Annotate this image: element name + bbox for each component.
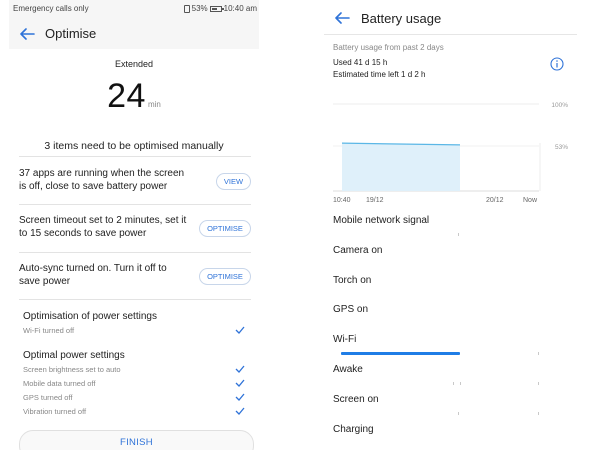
usage-row-label: Mobile network signal bbox=[333, 215, 430, 226]
usage-row: GPS on bbox=[333, 301, 563, 331]
divider bbox=[19, 299, 251, 300]
usage-timeline-fill bbox=[341, 352, 460, 356]
usage-row-label: Torch on bbox=[333, 274, 372, 286]
usage-row-label: Screen on bbox=[333, 393, 379, 405]
check-icon bbox=[235, 393, 245, 401]
usage-timeline bbox=[341, 382, 553, 385]
manual-item-text: Auto-sync turned on. Turn it off to save… bbox=[19, 263, 167, 287]
usage-row-label: Awake bbox=[333, 364, 363, 375]
optimise-app-bar: Optimise bbox=[9, 17, 259, 49]
settings-row-label: Wi-Fi turned off bbox=[23, 326, 75, 335]
usage-row: Mobile network signal bbox=[333, 212, 563, 242]
mode-label: Extended bbox=[114, 59, 154, 69]
used-time-text: Used 41 d 15 h bbox=[333, 58, 388, 67]
settings-row: Mobile data turned off bbox=[23, 379, 245, 391]
manual-item-text: 37 apps are running when the screen is o… bbox=[19, 168, 185, 192]
info-icon[interactable] bbox=[550, 57, 564, 71]
usage-row-label: Camera on bbox=[333, 244, 383, 256]
usage-timeline-tick bbox=[459, 382, 461, 385]
usage-row: Torch on bbox=[333, 272, 563, 302]
settings-row-label: GPS turned off bbox=[23, 393, 73, 402]
usage-timeline-tick bbox=[457, 411, 459, 415]
optimal-settings-title: Optimal power settings bbox=[23, 350, 125, 361]
usage-timeline bbox=[341, 322, 553, 325]
check-icon bbox=[235, 407, 245, 415]
settings-row-label: Vibration turned off bbox=[23, 407, 87, 416]
usage-timeline-tick bbox=[457, 233, 459, 236]
estimated-time-text: Estimated time left 1 d 2 h bbox=[333, 70, 426, 79]
status-time: 10:40 am bbox=[223, 4, 257, 13]
status-bar: Emergency calls only 53% 10:40 am bbox=[9, 0, 259, 17]
optimise-card: Extended 24 min 3 items need to be optimi… bbox=[9, 49, 259, 450]
finish-button[interactable]: FINISH bbox=[19, 430, 254, 450]
check-icon bbox=[235, 365, 245, 373]
optimise-button[interactable]: OPTIMISE bbox=[199, 268, 251, 285]
battery-usage-screen: Battery usage Battery usage from past 2 … bbox=[324, 0, 577, 450]
sim-icon bbox=[183, 4, 190, 13]
x-tick-label-day2: 20/12 bbox=[486, 197, 504, 204]
usage-timeline bbox=[341, 442, 553, 445]
usage-timeline bbox=[341, 411, 553, 415]
usage-row-label: Charging bbox=[333, 423, 374, 435]
page-title: Optimise bbox=[45, 26, 97, 41]
status-carrier-text: Emergency calls only bbox=[13, 4, 89, 13]
view-button[interactable]: VIEW bbox=[216, 173, 251, 190]
divider bbox=[19, 204, 251, 205]
time-gain: 24 min bbox=[9, 77, 259, 116]
settings-row-label: Screen brightness set to auto bbox=[23, 365, 121, 374]
settings-row: Screen brightness set to auto bbox=[23, 365, 245, 377]
divider bbox=[19, 252, 251, 253]
usage-timeline-tick bbox=[538, 382, 540, 385]
y-tick-label-100: 100% bbox=[551, 102, 568, 109]
back-arrow-icon[interactable] bbox=[334, 12, 350, 24]
usage-timeline bbox=[341, 293, 553, 296]
time-gain-unit: min bbox=[147, 100, 161, 109]
optimise-button[interactable]: OPTIMISE bbox=[199, 220, 251, 237]
usage-timeline-tick bbox=[538, 411, 540, 415]
settings-row-label: Mobile data turned off bbox=[23, 379, 96, 388]
optimise-screen: Emergency calls only 53% 10:40 am Optimi… bbox=[9, 0, 259, 450]
battery-icon bbox=[209, 5, 224, 12]
check-icon bbox=[235, 379, 245, 387]
battery-level-area bbox=[342, 143, 460, 191]
battery-app-bar: Battery usage bbox=[324, 0, 577, 36]
back-arrow-icon[interactable] bbox=[19, 28, 35, 40]
battery-chart: 100% 53% 10:40 19/12 20/12 Now bbox=[333, 102, 568, 204]
usage-row: Camera on bbox=[333, 242, 563, 272]
manual-item-text: Screen timeout set to 2 minutes, set it … bbox=[19, 215, 187, 239]
settings-row: GPS turned off bbox=[23, 393, 245, 405]
battery-percent: 53% bbox=[191, 4, 208, 13]
page-title: Battery usage bbox=[361, 11, 442, 26]
check-icon bbox=[235, 326, 245, 334]
settings-row: Wi-Fi turned off bbox=[23, 326, 245, 338]
usage-timeline bbox=[341, 263, 553, 266]
items-need-message: 3 items need to be optimised manually bbox=[44, 140, 224, 152]
x-tick-label-day1: 19/12 bbox=[366, 197, 384, 204]
x-tick-label-start: 10:40 bbox=[333, 197, 351, 204]
usage-period-text: Battery usage from past 2 days bbox=[333, 43, 444, 52]
x-tick-label-now: Now bbox=[523, 197, 538, 204]
usage-timeline bbox=[341, 352, 553, 356]
power-settings-title: Optimisation of power settings bbox=[23, 311, 157, 322]
usage-row: Awake bbox=[333, 361, 563, 391]
usage-row: Wi-Fi bbox=[333, 331, 563, 361]
header-divider bbox=[324, 34, 577, 35]
usage-row-label: GPS on bbox=[333, 304, 369, 316]
status-right-group: 53% 10:40 am bbox=[183, 4, 257, 13]
usage-timeline-tick bbox=[538, 352, 540, 356]
time-gain-number: 24 bbox=[107, 77, 146, 115]
settings-row: Vibration turned off bbox=[23, 407, 245, 419]
usage-timeline bbox=[341, 233, 553, 236]
usage-row: Screen on bbox=[333, 391, 563, 421]
usage-row: Charging bbox=[333, 421, 563, 450]
divider bbox=[19, 156, 251, 157]
usage-timeline-tick bbox=[453, 382, 455, 385]
usage-row-label: Wi-Fi bbox=[333, 334, 357, 346]
y-tick-label-53: 53% bbox=[555, 144, 568, 151]
